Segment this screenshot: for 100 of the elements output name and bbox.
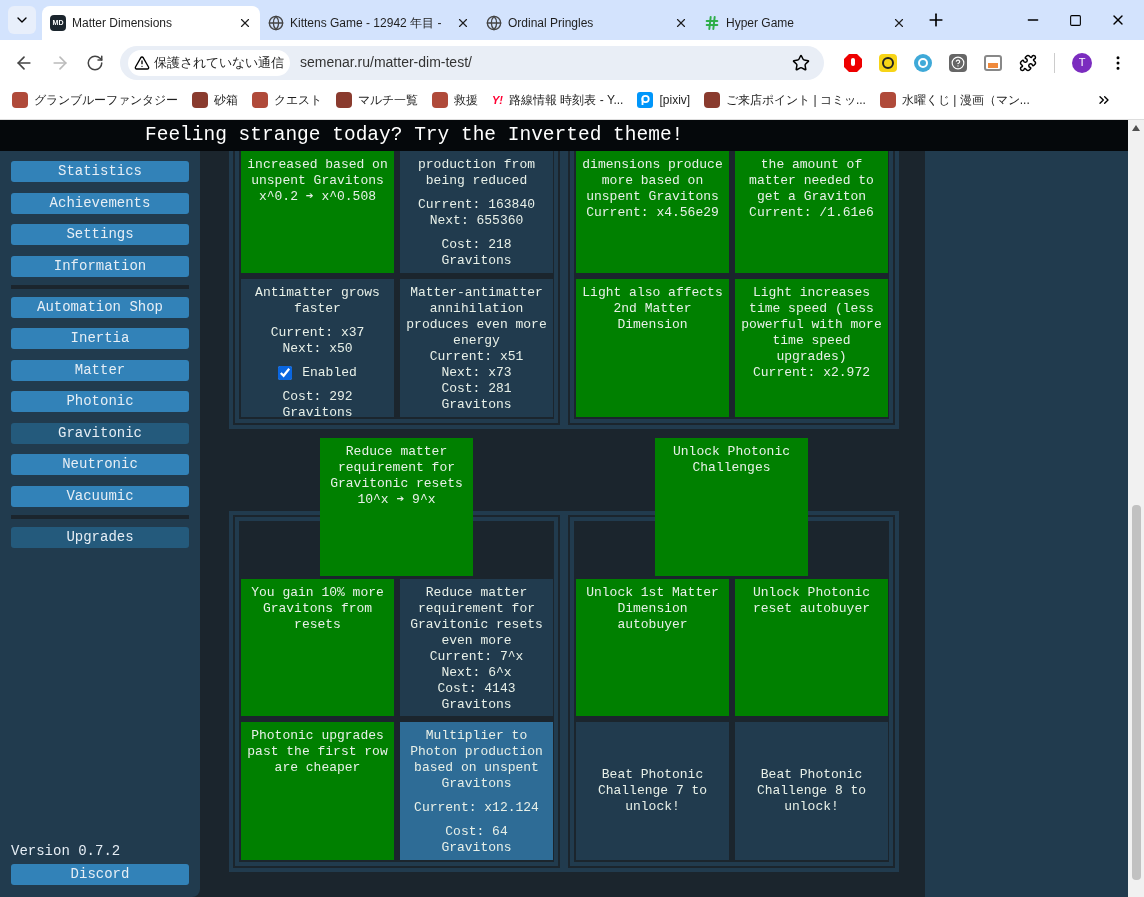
browser-tab[interactable]: Hyper Game xyxy=(696,6,914,40)
bookmark-item[interactable]: グランブルーファンタジー xyxy=(12,90,178,110)
enable-checkbox[interactable] xyxy=(278,366,293,380)
nav-button[interactable]: Photonic xyxy=(11,391,189,412)
maximize-icon[interactable] xyxy=(1069,13,1082,27)
theme-banner: Feeling strange today? Try the Inverted theme! xyxy=(0,120,1128,151)
bookmark-icon xyxy=(252,92,268,108)
bookmark-item[interactable]: ご来店ポイント | コミッ... xyxy=(704,90,866,110)
upgrade-effect: Current: x12.124 xyxy=(414,800,539,816)
upgrade-card[interactable]: Antimatter grows faster Current: x37 Next: x50 Enabled Cost: 292 Gravitons xyxy=(241,279,394,417)
upgrade-card[interactable]: Unlock 1st Matter Dimension autobuyer xyxy=(576,579,729,716)
browser-tab[interactable]: Ordinal Pringles xyxy=(478,6,696,40)
nav-button[interactable]: Achievements xyxy=(11,192,189,214)
upgrade-card[interactable]: increased based on unspent Gravitons x^0.2 ➔ x^0.508 xyxy=(241,151,394,273)
upgrade-effect: 10^x ➔ 9^x xyxy=(357,492,436,508)
upgrade-card[interactable]: Light increases time speed (less powerful with more time speed upgrades) Current: x2.972 xyxy=(735,279,888,417)
upgrade-card[interactable]: Beat Photonic Challenge 7 to unlock! xyxy=(576,722,729,860)
bookmark-item[interactable]: 救援 xyxy=(432,90,478,110)
upgrade-card[interactable]: Multiplier to Photon production based on unspent Gravitons Current: x12.124 Cost: 64 Gravitons xyxy=(400,722,553,860)
bookmark-item[interactable]: 水曜くじ | 漫画（マン... xyxy=(879,90,1030,110)
profile-avatar[interactable]: T xyxy=(1072,52,1092,73)
upgrade-effect: Current: x4.56e29 xyxy=(586,205,719,221)
upgrade-description: Reduce matter requirement for Gravitonic resets even more xyxy=(409,585,544,649)
version-text: Version 0.7.2 xyxy=(11,843,122,859)
upgrade-card[interactable]: Matter-antimatter annihilation produces even more energy Current: x51 Next: x73 Cost: 281 Gravitons xyxy=(400,279,553,417)
upgrade-description: Beat Photonic Challenge 8 to unlock! xyxy=(755,767,868,815)
upgrade-card[interactable]: the amount of matter needed to get a Graviton Current: /1.61e6 xyxy=(735,151,888,273)
upgrade-card[interactable]: Light also affects 2nd Matter Dimension xyxy=(576,279,729,417)
bookmark-icon: Y! xyxy=(492,94,503,106)
upgrade-cost: Cost: 281 Gravitons xyxy=(440,381,513,413)
close-icon[interactable] xyxy=(892,16,906,30)
url-text: semenar.ru/matter-dim-test/ xyxy=(300,53,473,72)
upgrade-cost: Cost: 4143 Gravitons xyxy=(436,681,517,713)
help-icon[interactable] xyxy=(949,53,967,72)
reload-icon[interactable] xyxy=(86,53,104,72)
upgrade-card[interactable]: production from being reduced Current: 163840 Next: 655360 Cost: 218 Gravitons xyxy=(400,151,553,273)
nav-button[interactable]: Settings xyxy=(11,224,189,245)
upgrade-card[interactable]: Photonic upgrades past the first row are cheaper xyxy=(241,722,394,860)
extension-icon[interactable] xyxy=(879,53,897,72)
upgrade-effect: Current: /1.61e6 xyxy=(749,205,874,221)
upgrade-description: dimensions produce more based on unspent Gravitons xyxy=(581,157,724,205)
upgrade-description: Light increases time speed (less powerful with more time speed upgrades) xyxy=(740,285,883,365)
bookmark-icon xyxy=(879,92,896,108)
bookmark-item[interactable]: 砂箱 xyxy=(192,90,238,110)
nav-button[interactable]: Inertia xyxy=(11,328,189,349)
upgrade-card[interactable]: Unlock Photonic Challenges xyxy=(655,438,808,576)
nav-button[interactable]: Upgrades xyxy=(11,526,189,548)
bookmark-icon xyxy=(637,92,654,108)
bookmark-item[interactable]: [pixiv] xyxy=(637,90,691,110)
discord-button[interactable]: Discord xyxy=(11,864,189,885)
upgrade-effect: Current: x51 xyxy=(429,349,524,365)
upgrade-card[interactable]: Beat Photonic Challenge 8 to unlock! xyxy=(735,722,888,860)
stop-sign-icon[interactable] xyxy=(844,53,862,72)
scrollbar-thumb[interactable] xyxy=(1131,505,1141,880)
upgrade-description: Photonic upgrades past the first row are cheaper xyxy=(246,728,389,776)
scroll-up-icon[interactable] xyxy=(1132,125,1140,131)
upgrade-card[interactable]: dimensions produce more based on unspent Gravitons Current: x4.56e29 xyxy=(576,151,729,273)
extensions-icon[interactable] xyxy=(1019,53,1037,72)
bookmark-item[interactable]: マルチ一覧 xyxy=(336,90,418,110)
browser-tab[interactable]: Kittens Game - 12942 年目 - xyxy=(260,6,478,40)
upgrade-card[interactable]: Reduce matter requirement for Gravitonic resets 10^x ➔ 9^x xyxy=(320,438,473,576)
nav-button[interactable]: Statistics xyxy=(11,161,189,182)
screenshot-icon[interactable] xyxy=(984,54,1002,71)
warning-icon xyxy=(134,54,150,71)
upgrade-description: Antimatter grows faster xyxy=(254,285,381,317)
bookmark-icon xyxy=(192,92,208,108)
bookmark-icon xyxy=(432,92,448,108)
security-chip[interactable]: 保護されていない通信 xyxy=(128,49,290,76)
bookmark-item[interactable]: Y! 路線情報 時刻表 - Y... xyxy=(492,90,624,110)
scrollbar[interactable] xyxy=(1128,120,1144,897)
nav-button[interactable]: Matter xyxy=(11,359,189,381)
bookmark-star-icon[interactable] xyxy=(792,53,810,72)
nav-button[interactable]: Information xyxy=(11,255,189,277)
close-icon[interactable] xyxy=(456,16,470,30)
nav-button[interactable]: Gravitonic xyxy=(11,422,189,444)
bookmark-item[interactable]: クエスト xyxy=(252,90,322,110)
upgrade-description: Light also affects 2nd Matter Dimension xyxy=(581,285,724,333)
tab-search-button[interactable] xyxy=(8,6,36,34)
nav-button[interactable]: Vacuumic xyxy=(11,485,189,507)
nav-button[interactable]: Automation Shop xyxy=(11,296,189,318)
upgrade-card[interactable]: Unlock Photonic reset autobuyer xyxy=(735,579,888,716)
upgrade-cost: Cost: 218 Gravitons xyxy=(440,237,513,269)
upgrade-effect: Current: x2.972 xyxy=(753,365,870,381)
upgrade-effect: Current: 163840 xyxy=(418,197,535,213)
close-icon[interactable] xyxy=(674,16,688,30)
bookmark-icon xyxy=(336,92,352,108)
upgrade-description: Unlock 1st Matter Dimension autobuyer xyxy=(585,585,720,633)
upgrade-description: Beat Photonic Challenge 7 to unlock! xyxy=(596,767,709,815)
globe-icon xyxy=(486,15,502,31)
upgrade-effect: Next: 655360 xyxy=(428,213,525,229)
address-bar[interactable]: 保護されていない通信 semenar.ru/matter-dim-test/ xyxy=(120,45,824,80)
upgrade-card[interactable]: You gain 10% more Gravitons from resets xyxy=(241,579,394,716)
nav-button[interactable]: Neutronic xyxy=(11,454,189,475)
upgrade-card[interactable]: Reduce matter requirement for Gravitonic resets even more Current: 7^x Next: 6^x Cost: 4143 Gravitons xyxy=(400,579,553,716)
close-icon[interactable] xyxy=(238,16,252,30)
upgrade-effect: Next: 6^x xyxy=(440,665,513,681)
upgrade-effect: Next: x50 xyxy=(281,341,354,357)
upgrade-description: Matter-antimatter annihilation produces even more energy xyxy=(405,285,548,349)
upgrade-description: Unlock Photonic reset autobuyer xyxy=(752,585,871,617)
globe-icon xyxy=(268,15,284,31)
